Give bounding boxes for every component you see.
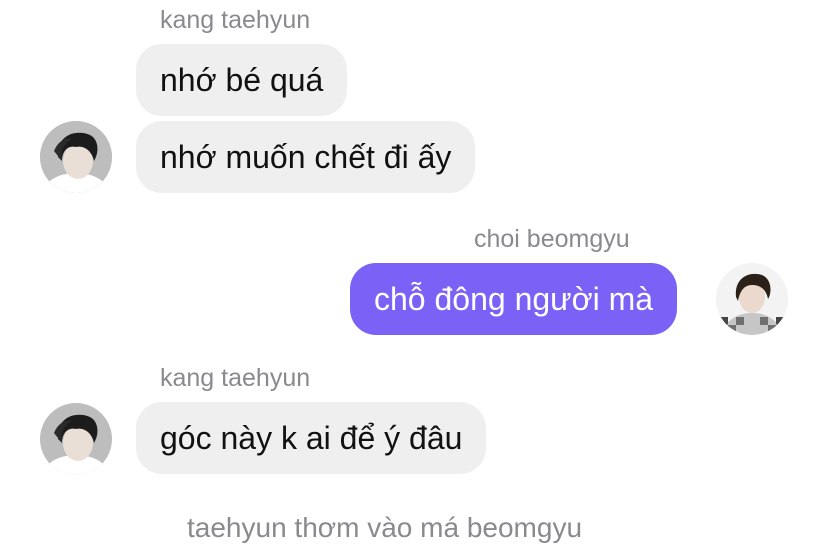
sender-name-taehyun: kang taehyun [160, 364, 311, 392]
message-bubble-incoming[interactable]: góc này k ai để ý đâu [136, 402, 487, 474]
sender-name-beomgyu: choi beomgyu [474, 225, 630, 253]
avatar-beomgyu-icon[interactable] [716, 263, 788, 335]
avatar-taehyun-icon[interactable] [40, 121, 112, 193]
message-bubble-outgoing[interactable]: chỗ đông người mà [350, 263, 678, 335]
sender-name-taehyun: kang taehyun [160, 6, 311, 34]
avatar-beomgyu-image [716, 263, 788, 335]
message-bubble-incoming[interactable]: nhớ muốn chết đi ấy [136, 121, 476, 193]
avatar-taehyun-image [40, 121, 112, 193]
avatar-taehyun-image [40, 403, 112, 475]
chat-event-text: taehyun thơm vào má beomgyu [187, 512, 583, 543]
avatar-taehyun-icon[interactable] [40, 403, 112, 475]
message-bubble-incoming[interactable]: nhớ bé quá [136, 44, 348, 116]
